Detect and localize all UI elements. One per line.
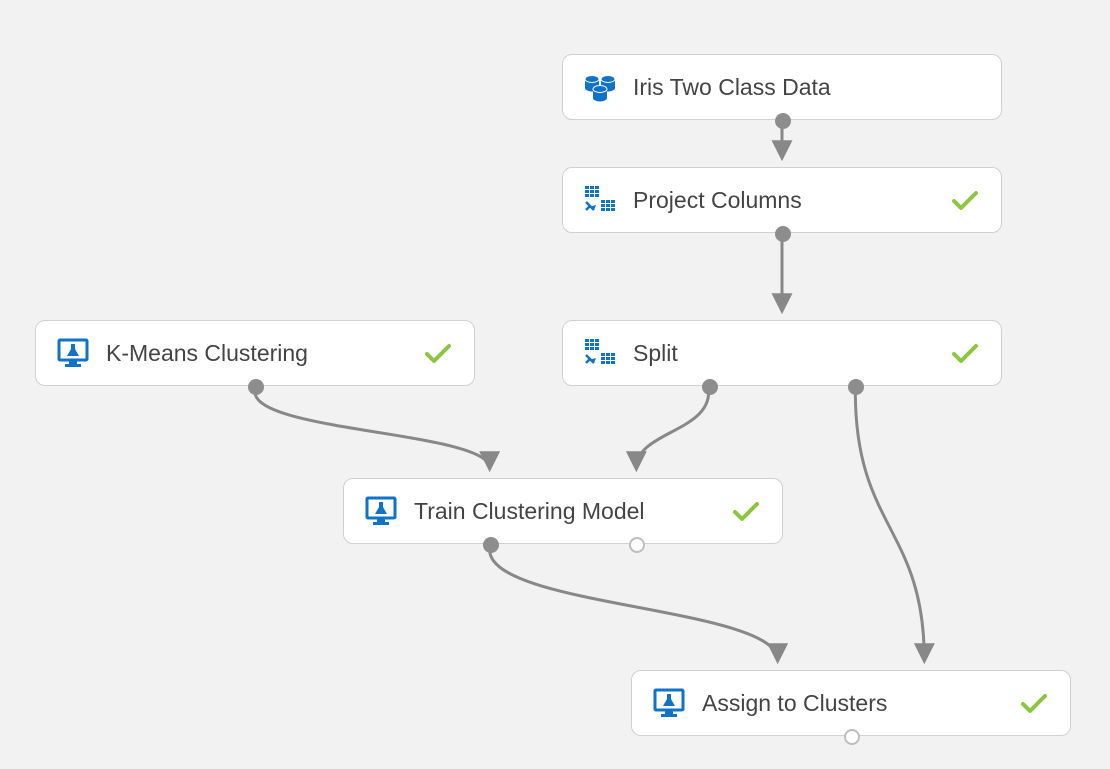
status-success-icon [949,184,981,216]
status-success-icon [422,337,454,369]
node-label: Train Clustering Model [400,498,730,525]
connection-port[interactable] [248,379,264,395]
diagram-canvas[interactable]: Iris Two Class Data Project Columns [0,0,1110,769]
monitor-flask-icon [54,334,92,372]
connection-port[interactable] [775,113,791,129]
dataset-icon [581,68,619,106]
node-label: Iris Two Class Data [619,74,981,101]
node-label: Assign to Clusters [688,690,1018,717]
node-label: K-Means Clustering [92,340,422,367]
project-columns-icon [581,334,619,372]
connection-edge [255,392,490,468]
connection-edge [855,392,924,660]
node-train-clustering-model[interactable]: Train Clustering Model [343,478,783,544]
connection-port[interactable] [775,226,791,242]
status-success-icon [949,337,981,369]
connection-port[interactable] [629,537,645,553]
monitor-flask-icon [650,684,688,722]
status-success-icon [730,495,762,527]
status-success-icon [1018,687,1050,719]
monitor-flask-icon [362,492,400,530]
node-project-columns[interactable]: Project Columns [562,167,1002,233]
connection-port[interactable] [483,537,499,553]
node-label: Split [619,340,949,367]
connection-edge [636,392,708,468]
node-iris-data[interactable]: Iris Two Class Data [562,54,1002,120]
connection-edge [490,550,778,660]
node-kmeans-clustering[interactable]: K-Means Clustering [35,320,475,386]
connection-port[interactable] [702,379,718,395]
connection-port[interactable] [848,379,864,395]
node-label: Project Columns [619,187,949,214]
node-split[interactable]: Split [562,320,1002,386]
connection-port[interactable] [844,729,860,745]
project-columns-icon [581,181,619,219]
node-assign-to-clusters[interactable]: Assign to Clusters [631,670,1071,736]
